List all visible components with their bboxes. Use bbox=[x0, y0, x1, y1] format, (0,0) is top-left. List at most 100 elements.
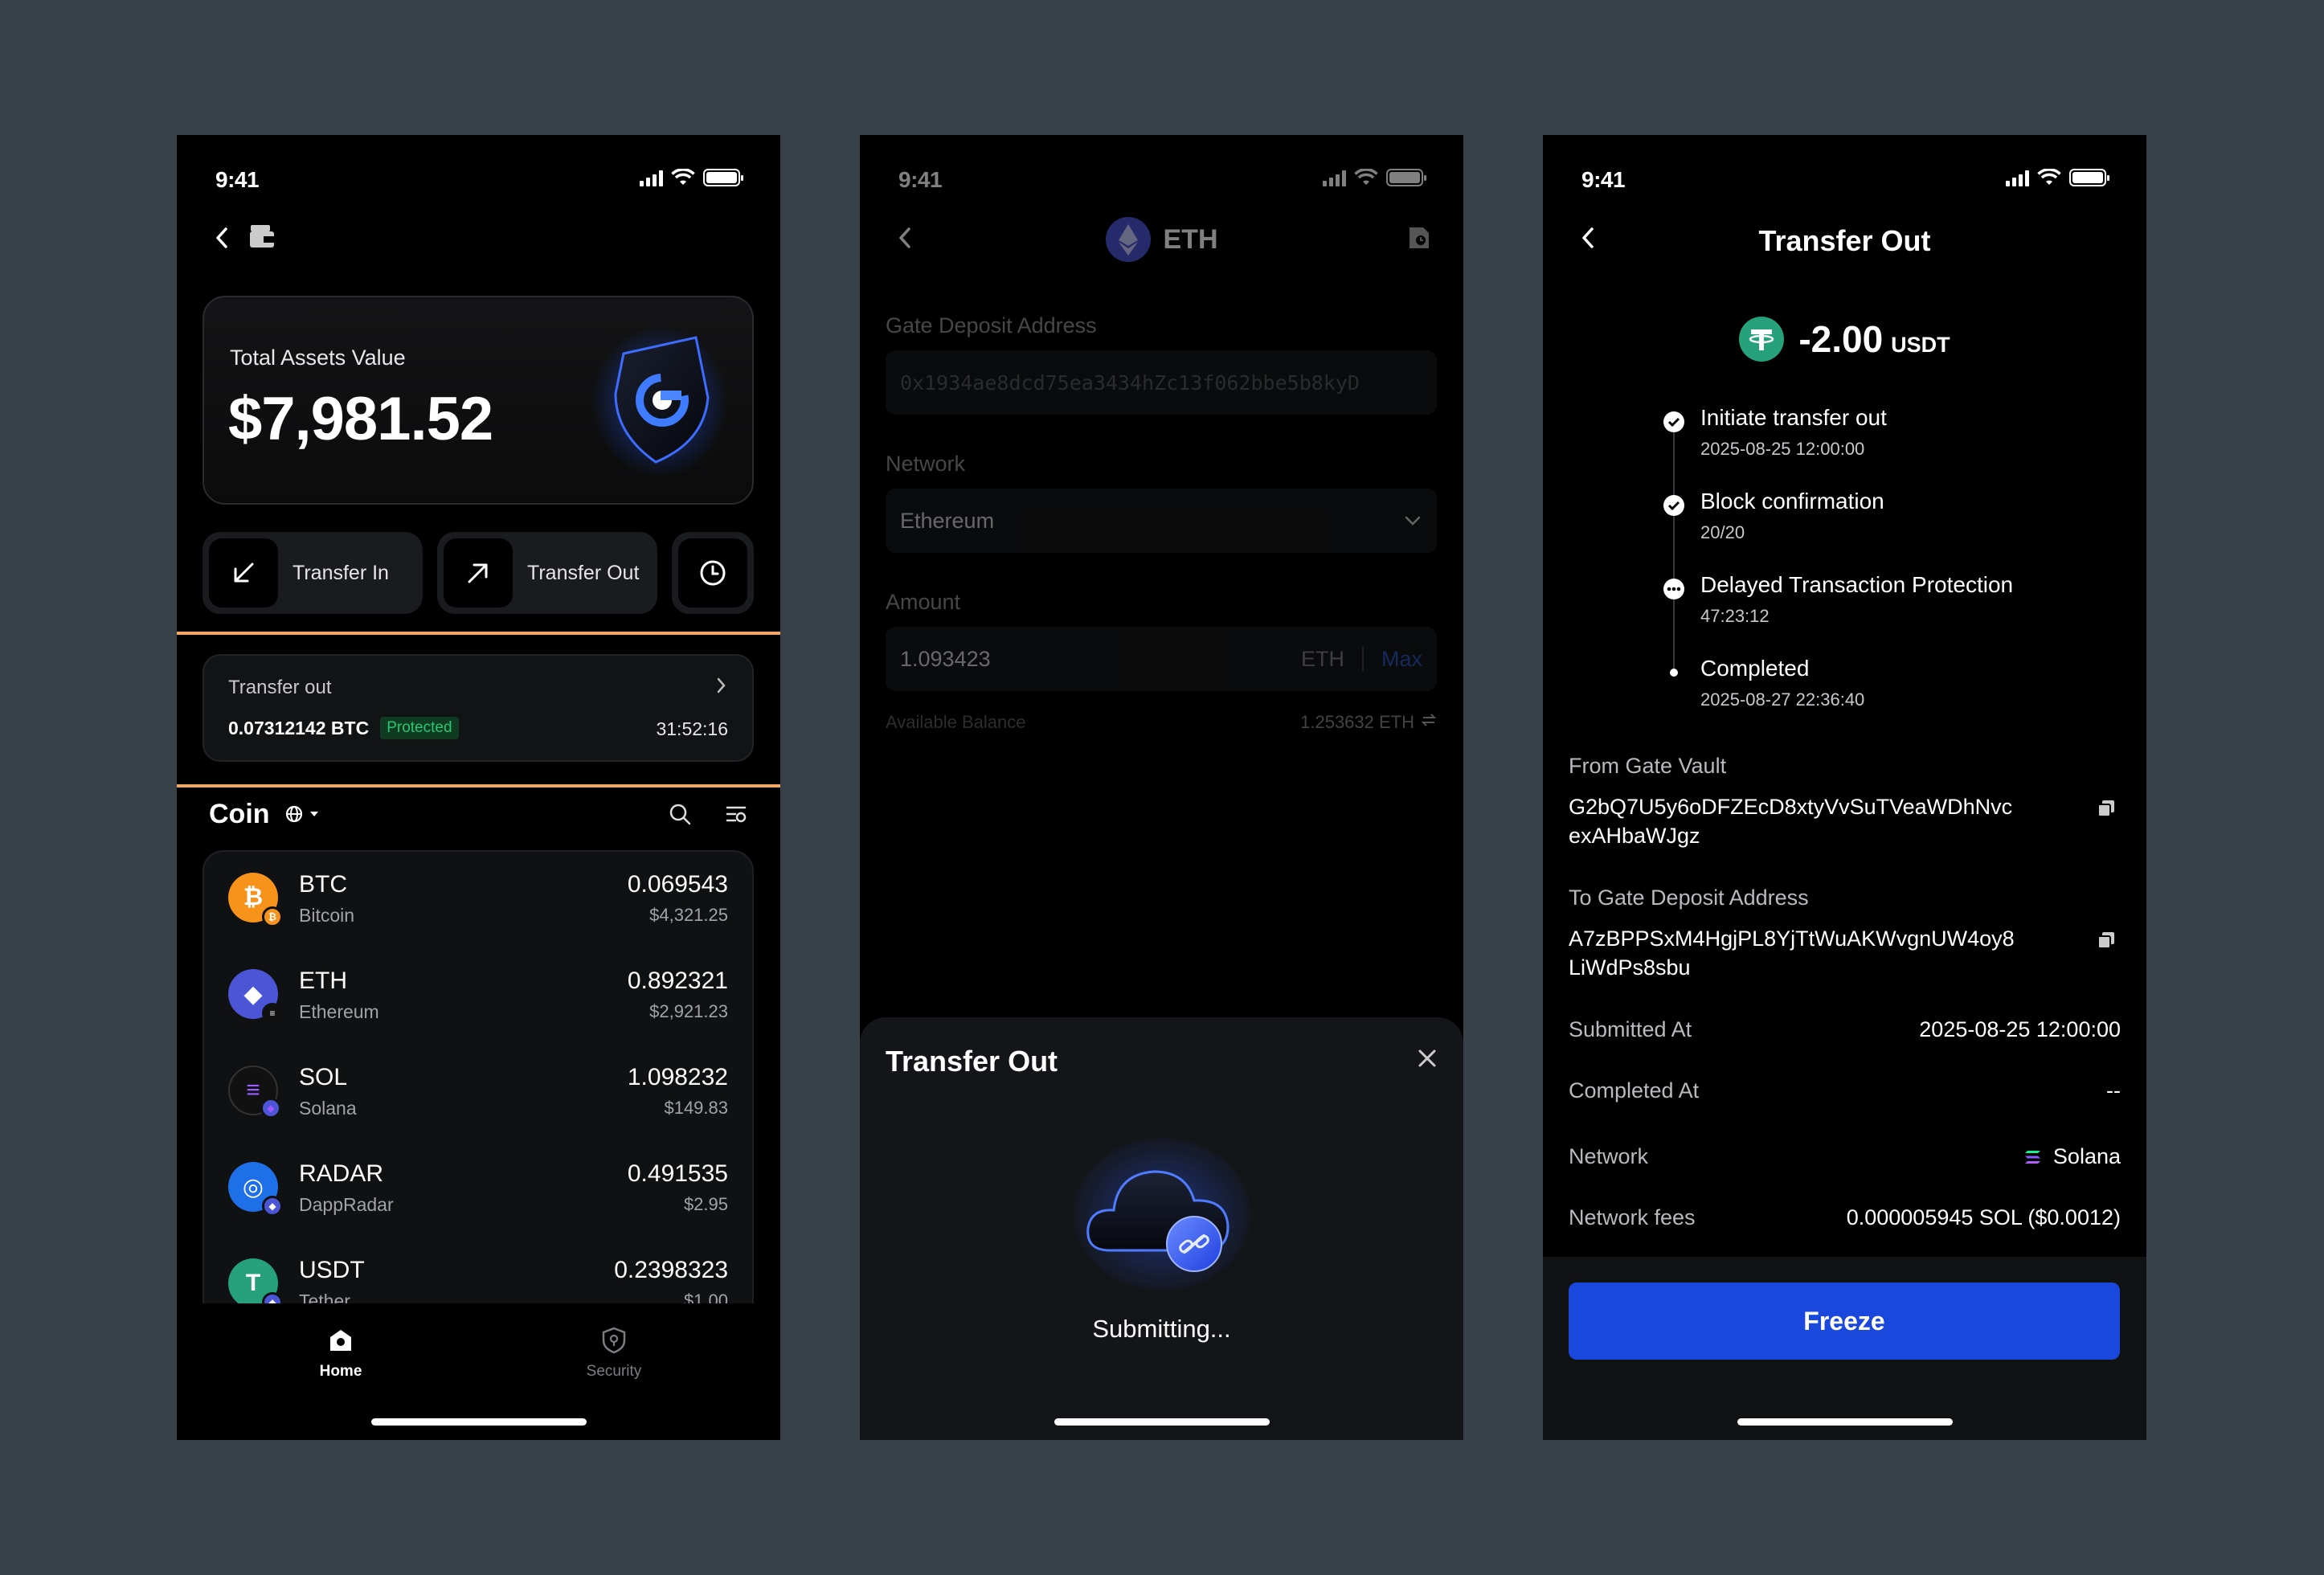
coin-row-btc[interactable]: ₿ ₿ BTC Bitcoin 0.069543 $4,321.25 bbox=[204, 852, 752, 948]
coin-amount: 0.892321 bbox=[627, 968, 728, 994]
search-icon[interactable] bbox=[668, 802, 692, 826]
transfer-timer: 31:52:16 bbox=[656, 718, 728, 739]
network-fees-label: Network fees bbox=[1569, 1205, 1696, 1229]
coin-name: Ethereum bbox=[299, 1001, 379, 1022]
tether-icon bbox=[1739, 317, 1785, 362]
transfer-in-button[interactable]: Transfer In bbox=[203, 532, 423, 614]
max-button[interactable]: Max bbox=[1381, 647, 1422, 672]
coin-amount: 0.069543 bbox=[627, 871, 728, 898]
protected-badge: Protected bbox=[380, 717, 459, 739]
available-balance-value: 1.253632 ETH bbox=[1300, 712, 1414, 732]
coin-header: Coin bbox=[209, 794, 748, 834]
coin-row-sol[interactable]: ≡ ◆ SOL Solana 1.098232 $149.83 bbox=[204, 1045, 752, 1141]
network-label: Network bbox=[1569, 1144, 1649, 1168]
step-detail: 20/20 bbox=[1700, 522, 1745, 542]
status-time: 9:41 bbox=[215, 167, 260, 192]
transfer-out-title: Transfer out bbox=[228, 677, 332, 698]
transfer-amount: -2.00 bbox=[1798, 318, 1884, 360]
coin-name: Solana bbox=[299, 1098, 357, 1119]
transfer-currency: USDT bbox=[1891, 332, 1950, 357]
check-circle-icon bbox=[1663, 495, 1684, 516]
wallet-button[interactable] bbox=[248, 223, 276, 255]
step-detail: 2025-08-25 12:00:00 bbox=[1700, 439, 1865, 459]
tab-home[interactable]: Home bbox=[260, 1323, 421, 1381]
shield-icon bbox=[602, 1327, 626, 1354]
coin-list: ₿ ₿ BTC Bitcoin 0.069543 $4,321.25 ◆ ≡ ETH… bbox=[203, 850, 754, 1340]
tab-security[interactable]: Security bbox=[534, 1323, 694, 1381]
coin-amount: 0.2398323 bbox=[614, 1257, 728, 1283]
ethereum-icon bbox=[1105, 217, 1151, 262]
sheet-title: Transfer Out bbox=[886, 1045, 1058, 1078]
status-bar: 9:41 bbox=[860, 158, 1463, 202]
eth-network-icon: ◆ bbox=[262, 1196, 283, 1217]
deposit-address-value: 0x1934ae8dcd75ea3434hZc13f062bbe5b8kyD bbox=[900, 370, 1360, 395]
total-assets-value: $7,981.52 bbox=[228, 385, 493, 453]
arrow-down-left-icon bbox=[234, 562, 254, 583]
home-indicator bbox=[370, 1418, 587, 1426]
check-circle-icon bbox=[1663, 411, 1684, 432]
coin-usd-value: $2.95 bbox=[683, 1194, 728, 1214]
transfer-out-button[interactable]: Transfer Out bbox=[437, 532, 657, 614]
transfer-amount-row: -2.00 USDT bbox=[1543, 317, 2146, 362]
signal-icon bbox=[2006, 169, 2029, 186]
wifi-icon bbox=[671, 169, 695, 185]
swap-icon[interactable] bbox=[1421, 712, 1437, 728]
chevron-down-icon bbox=[1405, 516, 1421, 526]
network-value: Ethereum bbox=[900, 508, 995, 533]
tab-bar: Home Security bbox=[177, 1303, 780, 1440]
sol-network-icon: ≡ bbox=[262, 1003, 283, 1024]
back-button[interactable] bbox=[206, 222, 238, 254]
more-dots-icon bbox=[1663, 579, 1684, 599]
bottom-action-bar: Freeze bbox=[1543, 1257, 2146, 1440]
available-balance-label: Available Balance bbox=[886, 712, 1026, 732]
coin-usd-value: $4,321.25 bbox=[649, 905, 728, 925]
eth-header: ETH bbox=[860, 217, 1463, 262]
document-clock-icon[interactable] bbox=[1407, 225, 1431, 251]
copy-icon[interactable] bbox=[2097, 931, 2116, 950]
globe-icon bbox=[285, 805, 302, 823]
from-address: G2bQ7U5y6oDFZEcD8xtyVvSuTVeaWDhNvc exAHba… bbox=[1569, 795, 2013, 848]
close-icon[interactable] bbox=[1417, 1048, 1438, 1069]
amount-unit: ETH bbox=[1300, 646, 1344, 671]
deposit-address-field[interactable]: 0x1934ae8dcd75ea3434hZc13f062bbe5b8kyD bbox=[886, 350, 1437, 415]
submitted-label: Submitted At bbox=[1569, 1017, 1692, 1041]
shield-logo-icon bbox=[591, 325, 728, 478]
home-indicator bbox=[1054, 1418, 1270, 1426]
ethereum-icon: ◆ ≡ bbox=[228, 969, 283, 1024]
network-fees-row: Network fees 0.000005945 SOL ($0.0012) bbox=[1569, 1205, 2121, 1230]
signal-icon bbox=[1323, 169, 1346, 186]
phone-transfer-details: 9:41 Transfer Out -2.00 USDT Initiate tr… bbox=[1543, 135, 2146, 1440]
bitcoin-icon: ₿ ₿ bbox=[228, 873, 283, 927]
history-button[interactable] bbox=[672, 532, 754, 614]
coin-amount: 1.098232 bbox=[627, 1064, 728, 1090]
coin-title: Coin bbox=[209, 798, 270, 829]
phone-transfer-submitting: 9:41 ETH Gate Deposit Address 0x1934ae8d… bbox=[860, 135, 1463, 1440]
coin-name: Bitcoin bbox=[299, 905, 355, 926]
freeze-button[interactable]: Freeze bbox=[1569, 1282, 2120, 1360]
tab-home-label: Home bbox=[319, 1363, 362, 1380]
network-filter-button[interactable] bbox=[284, 804, 320, 824]
amount-value: 1.093423 bbox=[900, 646, 991, 671]
copy-icon[interactable] bbox=[2097, 799, 2116, 818]
amount-label: Amount bbox=[886, 590, 961, 614]
amount-input[interactable]: 1.093423 ETH Max bbox=[886, 627, 1437, 691]
coin-name: DappRadar bbox=[299, 1194, 394, 1215]
pending-transfer-card[interactable]: Transfer out 0.07312142 BTC Protected 31… bbox=[203, 654, 754, 762]
caret-down-icon bbox=[309, 812, 318, 816]
tab-security-label: Security bbox=[586, 1363, 642, 1380]
btc-network-icon: ₿ bbox=[262, 906, 283, 927]
network-label: Network bbox=[886, 452, 966, 476]
page-title: ETH bbox=[1163, 223, 1218, 255]
coin-usd-value: $2,921.23 bbox=[649, 1001, 728, 1021]
transfer-in-label: Transfer In bbox=[293, 561, 389, 584]
cloud-link-icon bbox=[1073, 1138, 1250, 1291]
tether-icon: T ◆ bbox=[228, 1258, 283, 1313]
status-bar: 9:41 bbox=[177, 158, 780, 202]
filter-settings-icon[interactable] bbox=[724, 802, 748, 826]
coin-symbol: ETH bbox=[299, 968, 347, 994]
coin-row-radar[interactable]: ◎ ◆ RADAR DappRadar 0.491535 $2.95 bbox=[204, 1141, 752, 1238]
coin-row-eth[interactable]: ◆ ≡ ETH Ethereum 0.892321 $2,921.23 bbox=[204, 948, 752, 1045]
network-select[interactable]: Ethereum bbox=[886, 489, 1437, 553]
transfer-out-label: Transfer Out bbox=[527, 561, 640, 584]
phone-home-screen: 9:41 Total Assets Value $7,981.52 Transf… bbox=[177, 135, 780, 1440]
